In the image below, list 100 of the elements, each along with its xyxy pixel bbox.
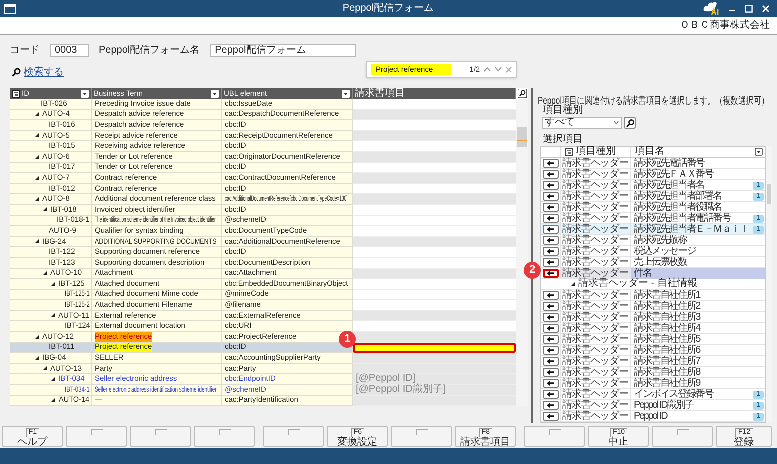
add-button[interactable] xyxy=(542,258,558,267)
scrollbar[interactable] xyxy=(766,146,772,423)
list-row[interactable]: 請求書ヘッダー 請求宛先ＦＡＸ番号 xyxy=(541,169,765,180)
list-row[interactable]: 請求書ヘッダー 請求書自社住所6 xyxy=(541,345,765,356)
window-icon xyxy=(4,4,16,14)
add-button[interactable] xyxy=(542,236,558,245)
assigned-cell[interactable] xyxy=(353,342,516,354)
collapse-icon[interactable] xyxy=(35,356,40,360)
add-button[interactable] xyxy=(542,302,558,311)
list-row[interactable]: 請求書ヘッダー 請求書自社住所5 xyxy=(541,334,765,345)
item-name-cell[interactable]: 請求宛先電話番号 xyxy=(631,158,765,169)
scroll-thumb[interactable] xyxy=(517,127,527,147)
add-button[interactable] xyxy=(542,214,558,223)
collapse-icon[interactable] xyxy=(51,313,56,318)
scroll-thumb[interactable] xyxy=(767,184,771,204)
tree-icon[interactable] xyxy=(12,90,20,98)
dropdown-icon[interactable] xyxy=(211,90,219,98)
scrollbar[interactable] xyxy=(516,99,528,406)
caret-icon xyxy=(614,121,619,125)
add-button[interactable] xyxy=(542,192,558,201)
add-button[interactable] xyxy=(542,291,558,300)
collapse-icon[interactable] xyxy=(35,154,40,160)
column-header[interactable]: 項目種別 xyxy=(561,147,631,157)
column-header[interactable]: 項目名 xyxy=(631,147,765,157)
item-name-cell[interactable]: 請求宛先敬称 xyxy=(631,235,765,246)
add-button[interactable] xyxy=(542,170,558,179)
dropdown-icon[interactable] xyxy=(342,90,350,98)
input-field[interactable]: 0003 xyxy=(50,44,89,56)
collapse-icon[interactable] xyxy=(51,376,56,382)
add-button[interactable] xyxy=(542,324,558,333)
item-name-cell[interactable]: 請求書自社住所3 xyxy=(631,312,765,323)
item-name-cell[interactable]: 請求書自社住所8 xyxy=(631,367,765,378)
collapse-icon[interactable] xyxy=(35,239,40,244)
search-link[interactable]: 検索する xyxy=(24,64,64,80)
item-name-cell[interactable]: 請求宛先担当者役職名 xyxy=(631,202,765,213)
collapse-icon[interactable] xyxy=(35,196,40,202)
list-row[interactable]: 請求書ヘッダー 売上伝票枚数 xyxy=(541,257,765,268)
collapse-icon[interactable] xyxy=(43,271,48,276)
category-select[interactable]: すべて xyxy=(542,117,622,129)
add-button[interactable] xyxy=(542,247,558,256)
add-button[interactable] xyxy=(542,203,558,212)
item-name: Peppol ID xyxy=(634,411,668,422)
add-button[interactable] xyxy=(542,346,558,355)
add-button[interactable] xyxy=(542,401,558,410)
list-row[interactable]: 請求書ヘッダー 請求書自社住所3 xyxy=(541,312,765,323)
list-row[interactable]: 請求書ヘッダー 請求書自社住所4 xyxy=(541,323,765,334)
dropdown-icon[interactable] xyxy=(81,90,89,98)
item-name-cell[interactable]: 請求宛先ＦＡＸ番号 xyxy=(631,169,765,180)
list-row[interactable]: 請求書ヘッダー 請求書自社住所2 xyxy=(541,301,765,312)
item-name-cell[interactable]: 請求書自社住所2 xyxy=(631,301,765,312)
item-name: 請求宛先電話番号 xyxy=(634,158,704,169)
collapse-icon[interactable] xyxy=(51,398,56,403)
collapse-icon[interactable] xyxy=(35,133,40,138)
item-name-cell[interactable]: 税込メッセージ xyxy=(631,246,765,257)
next-icon[interactable] xyxy=(495,67,502,72)
add-button[interactable] xyxy=(542,412,558,421)
collapse-icon[interactable] xyxy=(43,366,48,371)
item-name-cell[interactable]: 売上伝票枚数 xyxy=(631,257,765,268)
list-row[interactable]: 請求書ヘッダー 請求書自社住所1 xyxy=(541,290,765,301)
item-name: 請求書自社住所6 xyxy=(634,345,700,356)
add-button[interactable] xyxy=(542,390,558,399)
item-type: 請求書ヘッダー xyxy=(562,345,628,356)
list-row[interactable]: 請求書ヘッダー 請求書自社住所7 xyxy=(541,356,765,367)
search-button[interactable] xyxy=(624,117,636,129)
add-button[interactable] xyxy=(542,335,558,344)
dropdown-icon[interactable] xyxy=(755,148,763,156)
collapse-icon[interactable] xyxy=(35,176,40,180)
add-button[interactable] xyxy=(542,379,558,388)
add-button[interactable] xyxy=(542,269,558,278)
tree-icon[interactable] xyxy=(565,148,573,156)
list-row[interactable]: 請求書ヘッダー 税込メッセージ xyxy=(541,246,765,257)
item-name-cell[interactable]: 請求書自社住所1 xyxy=(631,290,765,301)
collapse-icon[interactable] xyxy=(35,112,40,117)
collapse-icon[interactable] xyxy=(571,282,576,286)
item-name-cell[interactable]: 件名 xyxy=(631,268,765,279)
item-name-cell[interactable]: 請求書自社住所5 xyxy=(631,334,765,345)
list-row[interactable]: 請求書ヘッダー 請求宛先電話番号 xyxy=(541,158,765,169)
collapse-icon[interactable] xyxy=(51,282,56,286)
list-row[interactable]: 請求書ヘッダー 請求書自社住所9 xyxy=(541,378,765,389)
item-name-cell[interactable]: 請求書自社住所4 xyxy=(631,323,765,334)
collapse-icon[interactable] xyxy=(43,207,48,212)
previous-icon[interactable] xyxy=(484,67,492,72)
add-button[interactable] xyxy=(542,313,558,322)
list-row[interactable]: 請求書ヘッダー 請求書自社住所8 xyxy=(541,367,765,378)
add-button[interactable] xyxy=(542,368,558,377)
list-row[interactable]: 請求書ヘッダー 請求宛先敬称 xyxy=(541,235,765,246)
collapse-icon[interactable] xyxy=(35,334,40,340)
input-field[interactable]: Peppol配信フォーム xyxy=(210,44,356,56)
item-name-cell[interactable]: 請求書自社住所6 xyxy=(631,345,765,356)
maximize-icon[interactable] xyxy=(745,4,753,12)
add-button[interactable] xyxy=(542,159,558,168)
item-name-cell[interactable]: 請求書自社住所9 xyxy=(631,378,765,389)
search-icon[interactable] xyxy=(518,89,526,98)
add-button[interactable] xyxy=(542,181,558,190)
list-row[interactable]: 請求書ヘッダー 請求宛先担当者役職名 xyxy=(541,202,765,213)
add-button[interactable] xyxy=(542,225,558,234)
item-name-cell[interactable]: 請求書自社住所7 xyxy=(631,356,765,367)
search-icon[interactable] xyxy=(12,68,21,76)
list-row[interactable]: 請求書ヘッダー 件名 xyxy=(541,268,765,279)
add-button[interactable] xyxy=(542,357,558,366)
